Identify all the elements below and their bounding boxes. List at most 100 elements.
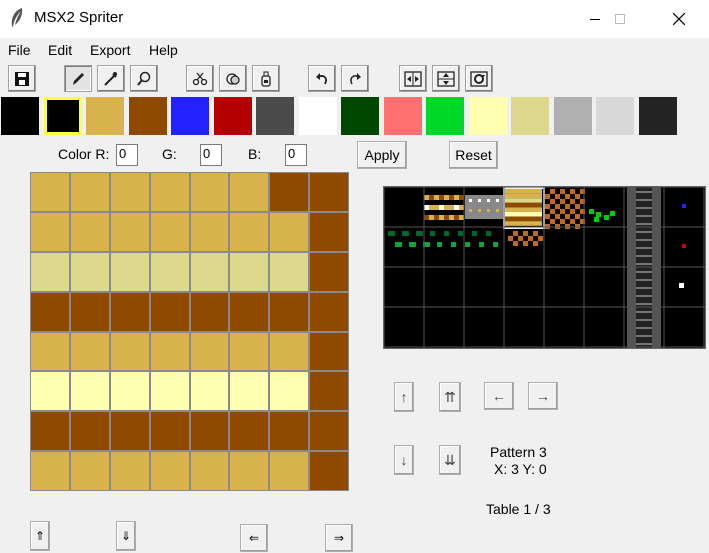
- palette-swatch[interactable]: [86, 97, 124, 135]
- pattern-up-button[interactable]: ↑: [394, 382, 414, 412]
- shift-down-button[interactable]: ⇓: [116, 521, 136, 551]
- editor-pixel[interactable]: [30, 411, 70, 452]
- palette-swatch[interactable]: [128, 97, 167, 135]
- editor-pixel[interactable]: [269, 291, 310, 332]
- editor-pixel[interactable]: [69, 251, 110, 292]
- editor-pixel[interactable]: [189, 251, 230, 292]
- editor-pixel[interactable]: [189, 371, 230, 412]
- palette-swatch[interactable]: [171, 97, 209, 135]
- editor-pixel[interactable]: [109, 211, 150, 252]
- editor-pixel[interactable]: [149, 211, 190, 252]
- eyedropper-tool-button[interactable]: [97, 65, 125, 92]
- zoom-tool-button[interactable]: [130, 65, 158, 92]
- editor-pixel[interactable]: [69, 371, 110, 412]
- pattern-right-button[interactable]: →: [528, 382, 558, 410]
- palette-swatch[interactable]: [383, 97, 422, 135]
- editor-pixel[interactable]: [269, 331, 310, 372]
- palette-swatch[interactable]: [511, 97, 549, 135]
- menu-file[interactable]: File: [8, 42, 31, 58]
- palette-swatch[interactable]: [256, 97, 294, 135]
- editor-pixel[interactable]: [269, 251, 310, 292]
- editor-pixel[interactable]: [229, 291, 270, 332]
- palette-swatch[interactable]: [213, 97, 252, 135]
- shift-right-button[interactable]: ⇒: [325, 524, 353, 552]
- editor-pixel[interactable]: [69, 291, 110, 332]
- editor-pixel[interactable]: [269, 411, 310, 452]
- palette-swatch[interactable]: [638, 97, 677, 135]
- color-b-input[interactable]: 0: [285, 144, 307, 166]
- editor-pixel[interactable]: [30, 211, 70, 252]
- pattern-down-button[interactable]: ↓: [394, 445, 414, 475]
- editor-pixel[interactable]: [149, 411, 190, 452]
- editor-pixel[interactable]: [229, 371, 270, 412]
- editor-pixel[interactable]: [69, 411, 110, 452]
- editor-pixel[interactable]: [269, 172, 310, 212]
- pattern-up-fast-button[interactable]: ⇈: [439, 382, 461, 412]
- editor-pixel[interactable]: [149, 451, 190, 491]
- palette-swatch[interactable]: [298, 97, 337, 135]
- editor-pixel[interactable]: [309, 291, 349, 332]
- editor-pixel[interactable]: [189, 411, 230, 452]
- editor-pixel[interactable]: [189, 172, 230, 212]
- reset-button[interactable]: Reset: [449, 141, 498, 169]
- editor-pixel[interactable]: [69, 331, 110, 372]
- editor-pixel[interactable]: [309, 411, 349, 452]
- editor-pixel[interactable]: [149, 291, 190, 332]
- editor-pixel[interactable]: [30, 331, 70, 372]
- editor-pixel[interactable]: [189, 451, 230, 491]
- palette-swatch[interactable]: [43, 97, 82, 135]
- menu-help[interactable]: Help: [149, 42, 178, 58]
- editor-pixel[interactable]: [30, 451, 70, 491]
- editor-pixel[interactable]: [69, 451, 110, 491]
- undo-button[interactable]: [308, 65, 336, 92]
- pattern-left-button[interactable]: ←: [484, 382, 514, 410]
- editor-pixel[interactable]: [309, 211, 349, 252]
- editor-pixel[interactable]: [149, 371, 190, 412]
- flip-vertical-button[interactable]: [432, 65, 460, 92]
- editor-pixel[interactable]: [109, 451, 150, 491]
- editor-pixel[interactable]: [109, 411, 150, 452]
- editor-pixel[interactable]: [309, 451, 349, 491]
- editor-pixel[interactable]: [309, 251, 349, 292]
- shift-left-button[interactable]: ⇐: [240, 524, 268, 552]
- editor-pixel[interactable]: [149, 251, 190, 292]
- palette-swatch[interactable]: [596, 97, 634, 135]
- editor-pixel[interactable]: [30, 251, 70, 292]
- palette-swatch[interactable]: [426, 97, 464, 135]
- shift-up-button[interactable]: ⇑: [30, 521, 50, 551]
- editor-pixel[interactable]: [109, 371, 150, 412]
- editor-pixel[interactable]: [309, 371, 349, 412]
- editor-pixel[interactable]: [229, 331, 270, 372]
- palette-swatch[interactable]: [341, 97, 379, 135]
- editor-pixel[interactable]: [309, 172, 349, 212]
- apply-button[interactable]: Apply: [357, 141, 407, 169]
- editor-pixel[interactable]: [149, 331, 190, 372]
- editor-pixel[interactable]: [229, 211, 270, 252]
- color-g-input[interactable]: 0: [200, 144, 222, 166]
- palette-swatch[interactable]: [553, 97, 592, 135]
- editor-pixel[interactable]: [109, 291, 150, 332]
- editor-pixel[interactable]: [269, 371, 310, 412]
- pencil-tool-button[interactable]: [64, 65, 92, 92]
- editor-pixel[interactable]: [69, 172, 110, 212]
- editor-pixel[interactable]: [189, 331, 230, 372]
- rotate-button[interactable]: [465, 65, 493, 92]
- editor-pixel[interactable]: [149, 172, 190, 212]
- flip-horizontal-button[interactable]: [399, 65, 427, 92]
- editor-pixel[interactable]: [30, 172, 70, 212]
- menu-edit[interactable]: Edit: [48, 42, 72, 58]
- editor-pixel[interactable]: [69, 211, 110, 252]
- copy-button[interactable]: [219, 65, 247, 92]
- editor-pixel[interactable]: [269, 211, 310, 252]
- editor-pixel[interactable]: [229, 451, 270, 491]
- editor-pixel[interactable]: [309, 331, 349, 372]
- menu-export[interactable]: Export: [90, 42, 130, 58]
- save-button[interactable]: [8, 65, 36, 92]
- close-button[interactable]: [656, 0, 702, 38]
- editor-pixel[interactable]: [189, 211, 230, 252]
- editor-pixel[interactable]: [109, 331, 150, 372]
- palette-swatch[interactable]: [1, 97, 39, 135]
- palette-swatch[interactable]: [468, 97, 507, 135]
- editor-pixel[interactable]: [30, 371, 70, 412]
- paste-button[interactable]: [252, 65, 280, 92]
